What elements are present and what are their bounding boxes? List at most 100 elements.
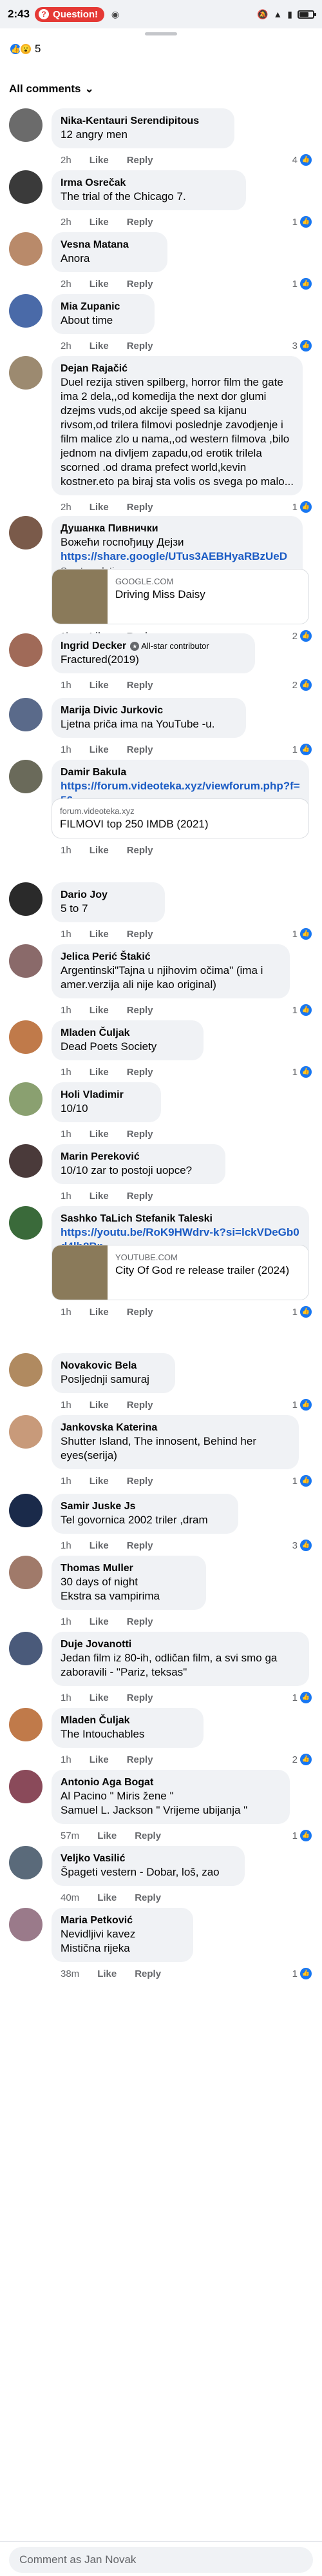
sort-dropdown[interactable]: All comments ⌄ xyxy=(9,83,94,95)
avatar[interactable] xyxy=(9,1353,43,1387)
comment-author[interactable]: Душанка Пивнички xyxy=(61,522,294,535)
comment-author[interactable]: Antonio Aga Bogat xyxy=(61,1776,281,1789)
like-count[interactable]: 1 👍 xyxy=(292,928,312,940)
like-count[interactable]: 2 👍 xyxy=(292,1754,312,1765)
like-button[interactable]: Like xyxy=(90,929,109,940)
avatar[interactable] xyxy=(9,356,43,390)
reply-button[interactable]: Reply xyxy=(127,680,153,691)
avatar[interactable] xyxy=(9,516,43,550)
reply-button[interactable]: Reply xyxy=(127,845,153,856)
drag-handle[interactable] xyxy=(145,32,177,35)
reply-button[interactable]: Reply xyxy=(127,1616,153,1627)
like-count[interactable]: 1 👍 xyxy=(292,1306,312,1318)
reply-button[interactable]: Reply xyxy=(127,341,153,352)
comment-input[interactable]: Comment as Jan Novak xyxy=(9,2547,313,2573)
reply-button[interactable]: Reply xyxy=(127,1754,153,1765)
avatar[interactable] xyxy=(9,1632,43,1665)
like-count[interactable]: 1 👍 xyxy=(292,1004,312,1016)
reply-button[interactable]: Reply xyxy=(127,1307,153,1318)
comment-author[interactable]: Veljko Vasilić xyxy=(61,1852,236,1865)
reply-button[interactable]: Reply xyxy=(127,1540,153,1551)
avatar[interactable] xyxy=(9,944,43,978)
like-count[interactable]: 4 👍 xyxy=(292,154,312,166)
avatar[interactable] xyxy=(9,1908,43,1941)
like-count[interactable]: 2 👍 xyxy=(292,679,312,691)
comment-author[interactable]: Mladen Čuljak xyxy=(61,1027,194,1040)
like-button[interactable]: Like xyxy=(97,1830,117,1841)
avatar[interactable] xyxy=(9,1144,43,1178)
like-button[interactable]: Like xyxy=(90,502,109,513)
avatar[interactable] xyxy=(9,232,43,266)
like-count[interactable]: 1 👍 xyxy=(292,1399,312,1411)
like-button[interactable]: Like xyxy=(97,1892,117,1903)
like-button[interactable]: Like xyxy=(90,845,109,856)
avatar[interactable] xyxy=(9,1846,43,1879)
avatar[interactable] xyxy=(9,698,43,731)
reply-button[interactable]: Reply xyxy=(135,1968,161,1979)
reply-button[interactable]: Reply xyxy=(127,1476,153,1487)
like-button[interactable]: Like xyxy=(90,217,109,228)
like-count[interactable]: 3 👍 xyxy=(292,1540,312,1551)
comment-author[interactable]: Dejan Rajačić xyxy=(61,362,294,375)
like-button[interactable]: Like xyxy=(90,155,109,166)
like-count[interactable]: 1 👍 xyxy=(292,744,312,755)
like-button[interactable]: Like xyxy=(90,1191,109,1202)
comment-author[interactable]: Mia Zupanic xyxy=(61,301,146,313)
comment-author[interactable]: Nika-Kentauri Serendipitous xyxy=(61,115,225,128)
like-button[interactable]: Like xyxy=(90,341,109,352)
reply-button[interactable]: Reply xyxy=(127,155,153,166)
like-count[interactable]: 1 👍 xyxy=(292,1968,312,1979)
comment-author[interactable]: Mladen Čuljak xyxy=(61,1714,194,1727)
avatar[interactable] xyxy=(9,882,43,916)
like-button[interactable]: Like xyxy=(90,279,109,290)
like-count[interactable]: 1 👍 xyxy=(292,501,312,513)
reply-button[interactable]: Reply xyxy=(127,1692,153,1703)
reply-button[interactable]: Reply xyxy=(127,1129,153,1140)
like-count[interactable]: 1 👍 xyxy=(292,1475,312,1487)
reply-button[interactable]: Reply xyxy=(127,1191,153,1202)
like-button[interactable]: Like xyxy=(90,1307,109,1318)
comment-author[interactable]: Novakovic Bela xyxy=(61,1360,166,1372)
comment-author[interactable]: Irma Osrečak xyxy=(61,177,237,190)
avatar[interactable] xyxy=(9,170,43,204)
comment-author[interactable]: Holi Vladimir xyxy=(61,1089,152,1102)
link-preview[interactable]: forum.videoteka.xyz FILMOVI top 250 IMDB … xyxy=(52,798,309,838)
comment-author[interactable]: Marija Divic Jurkovic xyxy=(61,704,237,717)
like-count[interactable]: 1 👍 xyxy=(292,1692,312,1703)
like-button[interactable]: Like xyxy=(90,1540,109,1551)
like-button[interactable]: Like xyxy=(90,1476,109,1487)
reply-button[interactable]: Reply xyxy=(127,929,153,940)
reply-button[interactable]: Reply xyxy=(127,744,153,755)
like-count[interactable]: 3 👍 xyxy=(292,340,312,352)
reply-button[interactable]: Reply xyxy=(127,217,153,228)
reply-button[interactable]: Reply xyxy=(127,279,153,290)
like-button[interactable]: Like xyxy=(90,1067,109,1078)
like-button[interactable]: Like xyxy=(90,1754,109,1765)
comment-author[interactable]: Dario Joy xyxy=(61,889,156,902)
comment-author[interactable]: Damir Bakula xyxy=(61,766,300,779)
avatar[interactable] xyxy=(9,294,43,328)
avatar[interactable] xyxy=(9,1082,43,1116)
comment-author[interactable]: Thomas Muller xyxy=(61,1562,197,1575)
reply-button[interactable]: Reply xyxy=(127,1400,153,1411)
link-preview[interactable]: YOUTUBE.COM City Of God re release traile… xyxy=(52,1245,309,1300)
like-count[interactable]: 1 👍 xyxy=(292,216,312,228)
comment-author[interactable]: Ingrid Decker ★ All-star contributor xyxy=(61,640,246,653)
like-button[interactable]: Like xyxy=(97,1968,117,1979)
avatar[interactable] xyxy=(9,1708,43,1741)
comment-author[interactable]: Jankovska Katerina xyxy=(61,1422,290,1434)
avatar[interactable] xyxy=(9,1770,43,1803)
comment-author[interactable]: Jelica Perić Štakić xyxy=(61,951,281,964)
avatar[interactable] xyxy=(9,1020,43,1054)
avatar[interactable] xyxy=(9,108,43,142)
reply-button[interactable]: Reply xyxy=(127,502,153,513)
comment-author[interactable]: Marin Pereković xyxy=(61,1151,216,1164)
comment-author[interactable]: Vesna Matana xyxy=(61,239,158,252)
reply-button[interactable]: Reply xyxy=(135,1892,161,1903)
like-button[interactable]: Like xyxy=(90,1129,109,1140)
avatar[interactable] xyxy=(9,1556,43,1589)
comment-author[interactable]: Duje Jovanotti xyxy=(61,1638,300,1651)
like-button[interactable]: Like xyxy=(90,1400,109,1411)
avatar[interactable] xyxy=(9,633,43,667)
avatar[interactable] xyxy=(9,1415,43,1449)
